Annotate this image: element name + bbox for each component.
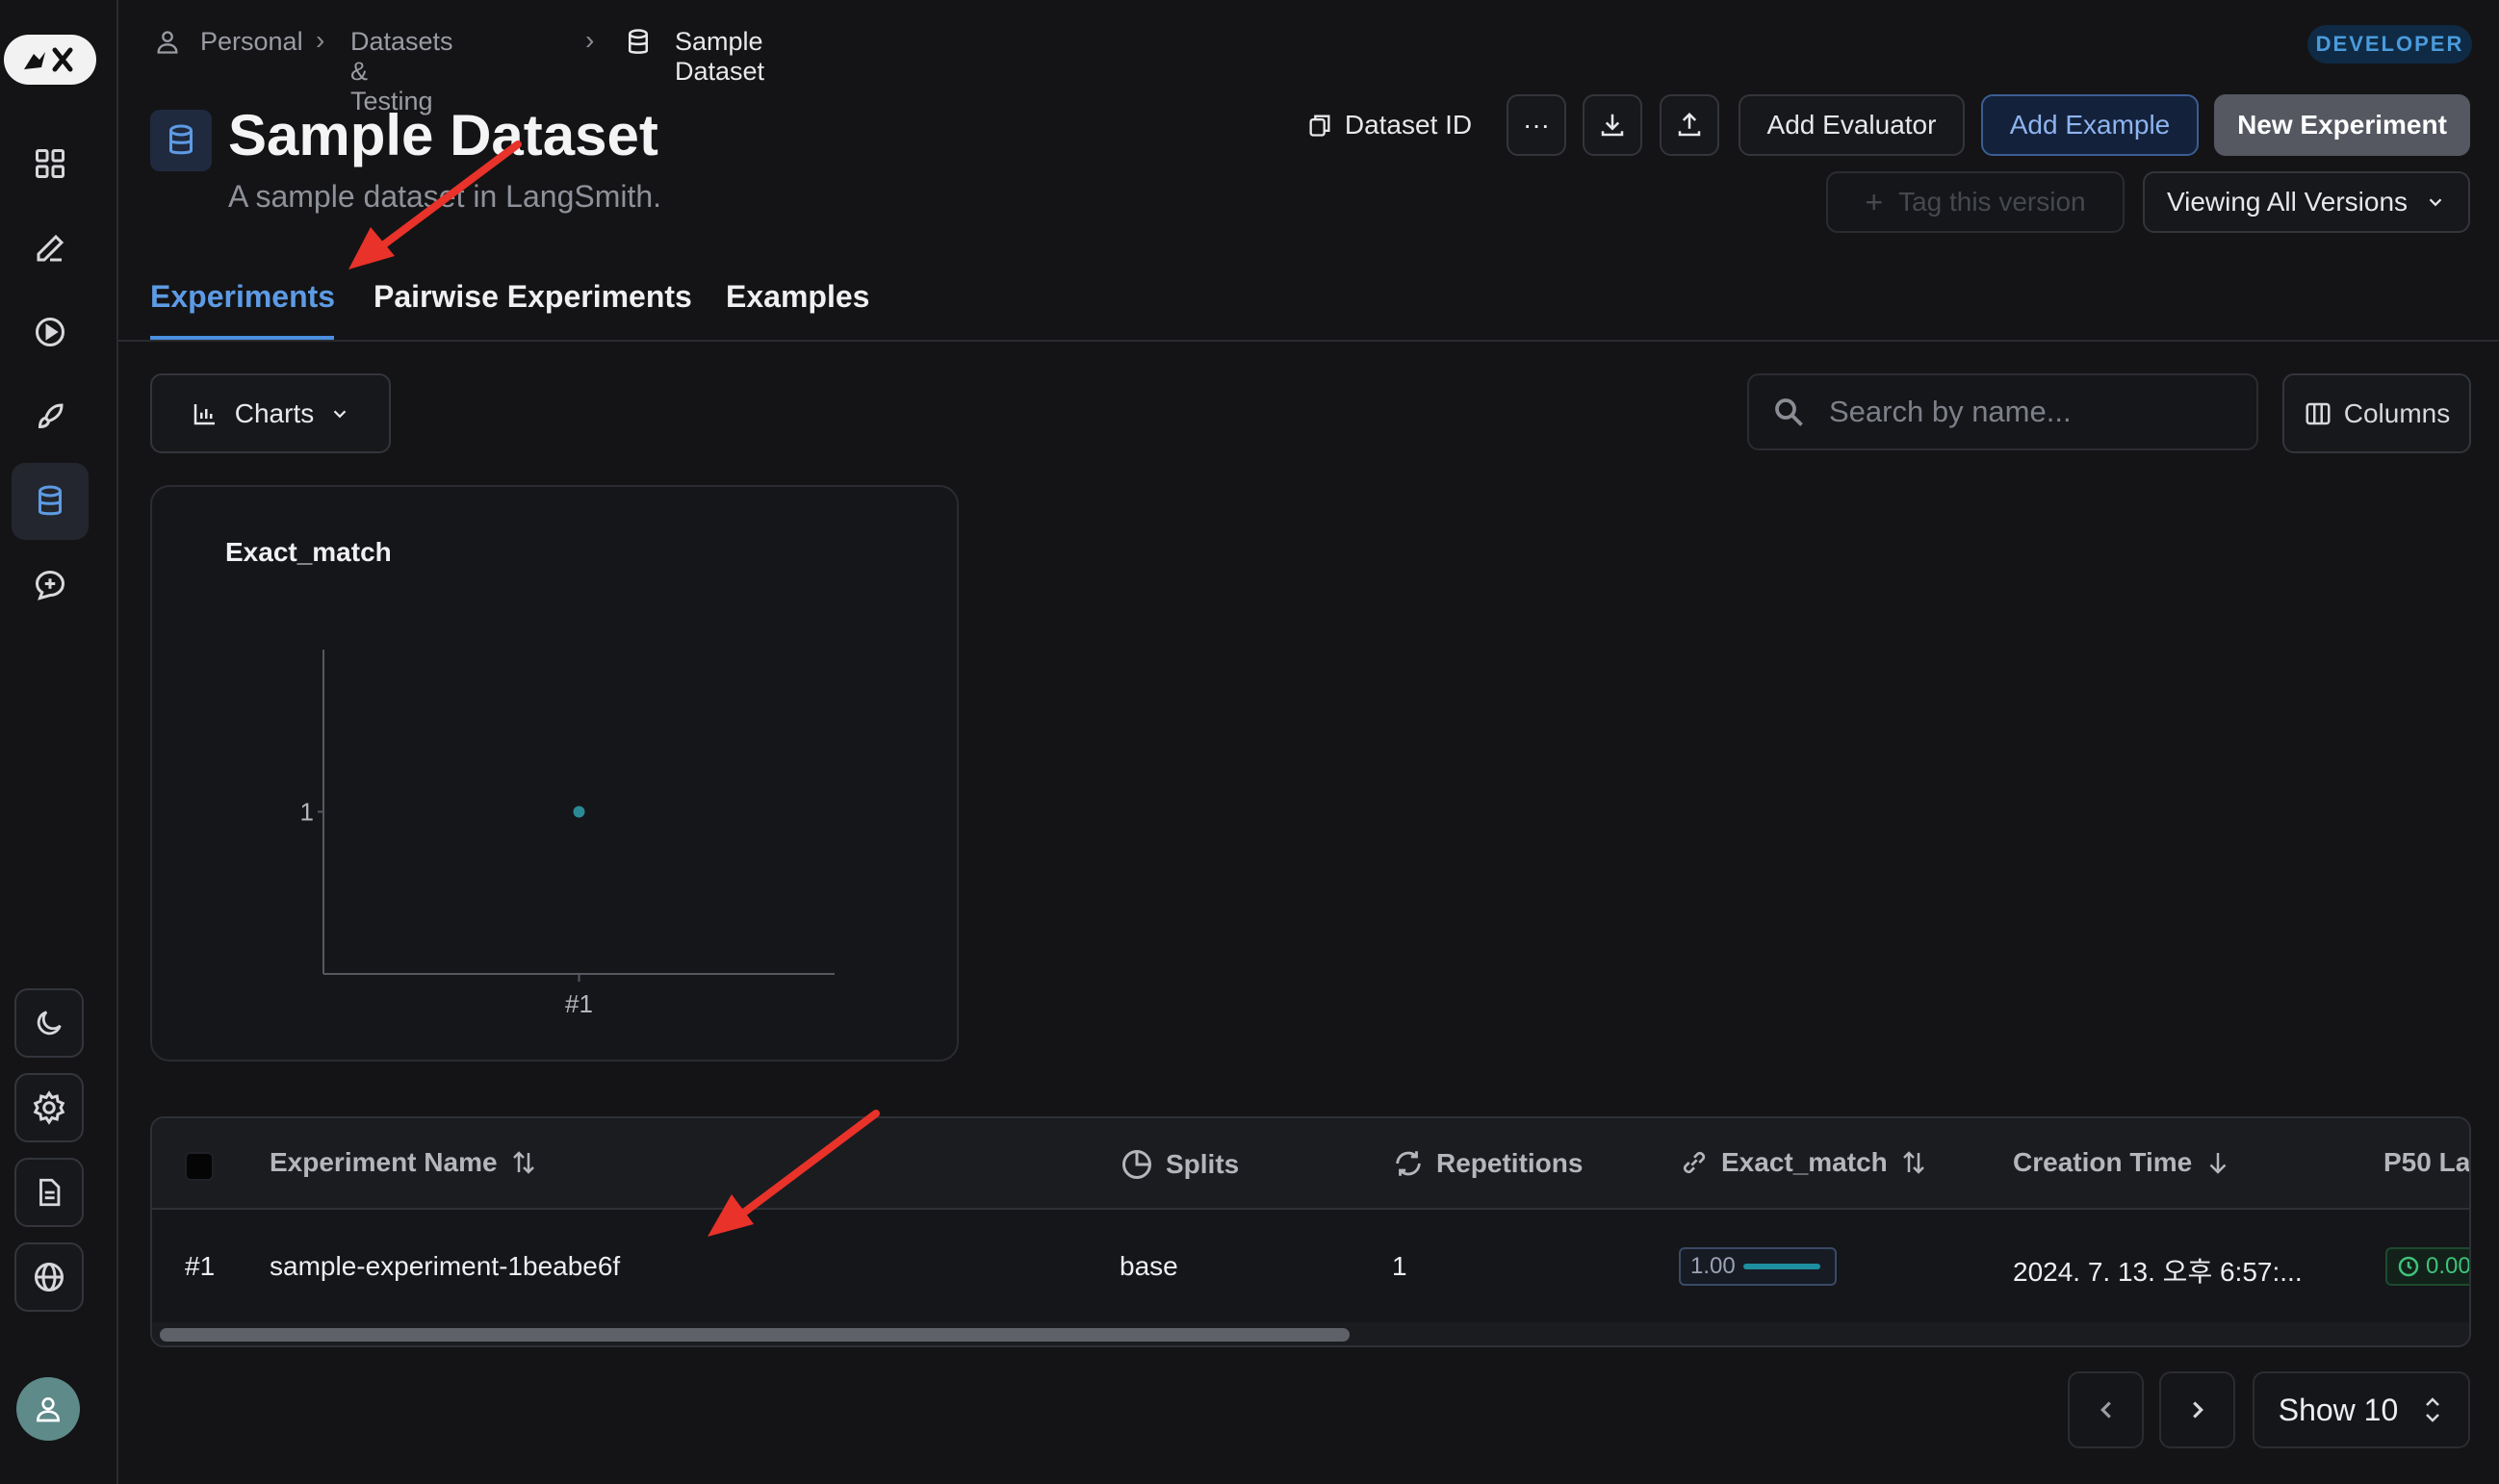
row-repetitions: 1 [1392,1251,1407,1281]
chevron-down-icon [333,409,347,418]
experiment-name-link[interactable]: sample-experiment-1beabe6f [270,1251,620,1282]
page-size-label: Show 10 [2278,1392,2399,1427]
score-value: 1.00 [1690,1253,1736,1279]
upload-button[interactable] [1660,94,1719,156]
sort-icon [1902,1151,1924,1174]
play-circle-icon[interactable] [12,294,89,371]
version-select[interactable]: Viewing All Versions [2143,171,2470,233]
exact-match-score[interactable]: 1.00 [1679,1247,1837,1286]
row-creation-time: 2024. 7. 13. 오후 6:57:... [2013,1257,2303,1287]
pencil-icon[interactable] [12,210,89,287]
arrow-down-icon [2209,1153,2227,1174]
column-exact-match[interactable]: Exact_match [1679,1147,1928,1178]
pie-chart-icon [1122,1150,1151,1179]
column-p50-latency[interactable]: P50 La [2383,1147,2471,1178]
tab-examples[interactable]: Examples [726,279,869,315]
y-tick-label: 1 [300,798,314,827]
more-button[interactable]: ··· [1507,94,1566,156]
link-icon [1683,1151,1706,1174]
experiments-table: Experiment Name Splits Repetitions Exact… [150,1116,2471,1347]
globe-icon[interactable] [14,1242,84,1312]
moon-icon[interactable] [14,988,84,1058]
latency-badge: 0.00 [2385,1247,2471,1286]
column-label: Repetitions [1436,1148,1584,1178]
column-creation-time[interactable]: Creation Time [2013,1147,2232,1178]
exact-match-chart: 1 #1 [300,650,835,1018]
clock-icon [2398,1256,2419,1277]
add-example-button[interactable]: Add Example [1981,94,2199,156]
add-evaluator-button[interactable]: Add Evaluator [1739,94,1965,156]
page-title: Sample Dataset [228,103,658,167]
document-icon[interactable] [14,1158,84,1227]
latency-value: 0.00 [2426,1253,2471,1279]
breadcrumb-current: Sample Dataset [675,27,765,86]
charts-button[interactable]: Charts [150,373,391,453]
database-icon [624,27,653,58]
dataset-icon [150,110,212,171]
database-icon[interactable] [12,463,89,540]
page-subtitle: A sample dataset in LangSmith. [228,179,662,214]
charts-label: Charts [234,397,315,428]
more-icon: ··· [1523,110,1550,140]
row-splits: base [1120,1251,1178,1281]
x-tick-label: #1 [565,989,593,1018]
dataset-id-button[interactable]: Dataset ID [1291,94,1487,156]
next-page-button[interactable] [2159,1371,2235,1448]
search-icon [1771,395,1806,429]
chevron-right-icon: › [316,25,325,55]
left-sidebar [0,0,118,1484]
chat-plus-icon[interactable] [12,547,89,624]
download-icon [1601,114,1624,137]
column-label: Splits [1166,1149,1240,1179]
chevron-left-icon [2100,1401,2111,1419]
column-label: P50 La [2383,1147,2471,1177]
data-point[interactable] [573,806,585,818]
avatar[interactable] [16,1377,80,1441]
gear-icon[interactable] [14,1073,84,1142]
column-label: Experiment Name [270,1147,498,1177]
dashboard-grid-icon[interactable] [12,125,89,202]
scrollbar-thumb[interactable] [160,1328,1350,1342]
columns-label: Columns [2343,397,2451,428]
breadcrumb-personal[interactable]: Personal [200,27,303,57]
column-label: Exact_match [1721,1147,1888,1177]
plus-icon: + [1865,184,1884,219]
tag-version-label: Tag this version [1898,187,2086,217]
tag-version-button[interactable]: + Tag this version [1826,171,2125,233]
columns-icon [2306,402,2331,424]
columns-button[interactable]: Columns [2282,373,2471,453]
chevron-right-icon: › [585,25,595,55]
column-splits[interactable]: Splits [1120,1147,1239,1182]
sort-icon [512,1151,534,1174]
refresh-icon [1396,1151,1421,1176]
select-all-checkbox[interactable] [185,1152,214,1181]
developer-badge: DEVELOPER [2307,25,2472,64]
chart-icon [193,403,215,424]
langsmith-logo[interactable] [4,35,96,85]
copy-icon [1309,115,1330,137]
column-repetitions[interactable]: Repetitions [1392,1147,1583,1180]
rocket-icon[interactable] [12,378,89,455]
sort-updown-icon [2426,1397,2440,1422]
chevron-down-icon [2429,198,2442,207]
chevron-right-icon [2192,1401,2203,1419]
page-size-select[interactable]: Show 10 [2253,1371,2470,1448]
dataset-id-label: Dataset ID [1344,110,1473,140]
person-icon [154,28,181,57]
version-select-label: Viewing All Versions [2166,187,2409,217]
column-experiment-name[interactable]: Experiment Name [270,1147,538,1178]
download-button[interactable] [1583,94,1642,156]
score-bar [1742,1264,1820,1269]
tab-pairwise-experiments[interactable]: Pairwise Experiments [374,279,692,315]
chart-title: Exact_match [225,537,392,567]
tabs-divider [118,340,2499,342]
row-index: #1 [185,1251,216,1281]
table-header: Experiment Name Splits Repetitions Exact… [152,1118,2469,1210]
new-experiment-button[interactable]: New Experiment [2214,94,2470,156]
column-label: Creation Time [2013,1147,2193,1177]
search-placeholder: Search by name... [1829,395,2072,428]
previous-page-button[interactable] [2068,1371,2144,1448]
tab-experiments[interactable]: Experiments [150,279,335,315]
upload-icon [1678,112,1701,137]
